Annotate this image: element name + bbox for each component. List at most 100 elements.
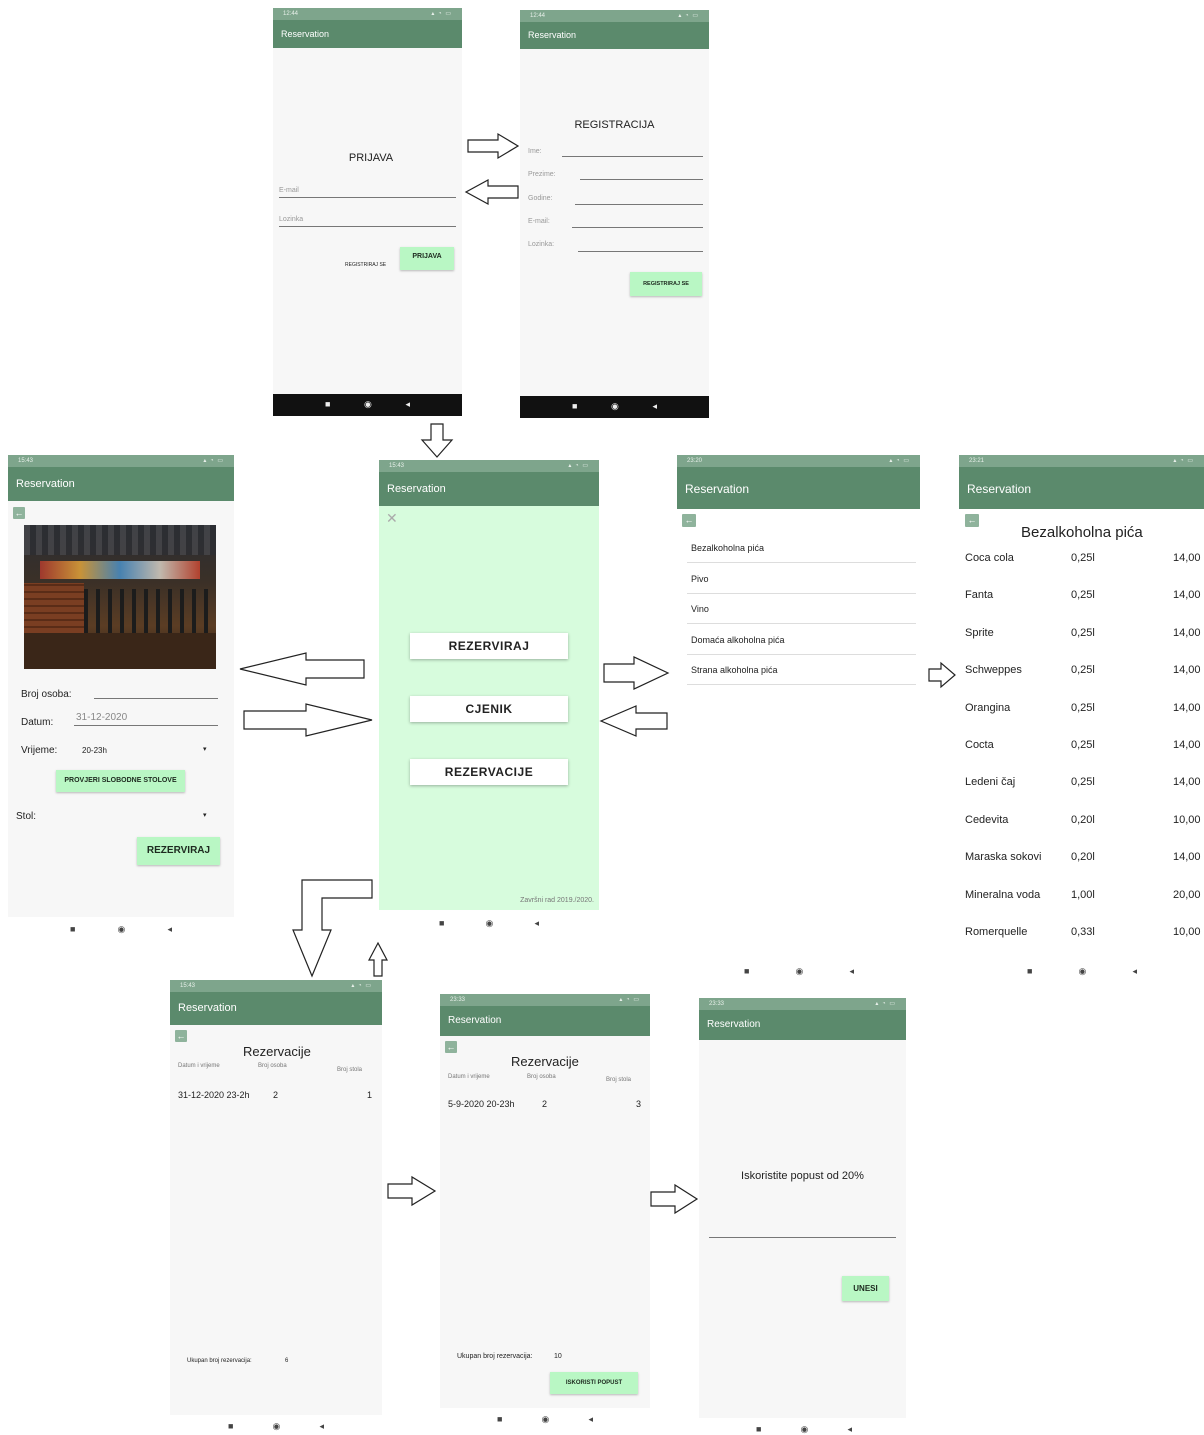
back-arrow-icon[interactable]: ← [445,1041,457,1053]
back-triangle-icon[interactable]: ◂ [1132,966,1137,977]
total-reservations-label: Ukupan broj rezervacija: [187,1358,252,1364]
circle-icon[interactable]: ◉ [1079,966,1087,977]
reservation-datetime: 5-9-2020 20-23h [448,1099,515,1109]
back-arrow-icon[interactable]: ← [175,1030,187,1042]
status-time: 23:33 [450,997,466,1003]
circle-icon[interactable]: ◉ [486,918,494,929]
category-item-domestic-spirits[interactable]: Domaća alkoholna pića [687,625,916,655]
reserve-button[interactable]: REZERVIRAJ [137,837,220,865]
square-icon[interactable]: ■ [744,966,749,977]
discount-code-field[interactable] [709,1237,896,1238]
status-bar: 15:43 ▴ ◔ ▭ [170,980,382,992]
circle-icon[interactable]: ◉ [273,1421,281,1432]
item-price: 14,00 [1173,626,1201,639]
arrow-reservations2-to-discount [650,1183,699,1215]
back-triangle-icon[interactable]: ◂ [652,401,657,412]
arrow-categories-to-menu [599,705,668,737]
square-icon[interactable]: ■ [756,1424,761,1435]
check-tables-button[interactable]: PROVJERI SLOBODNE STOLOVE [56,770,185,792]
close-icon[interactable]: ✕ [386,510,398,527]
back-arrow-icon[interactable]: ← [682,514,696,527]
status-bar: 23:20 ▴ ◔ ▭ [677,455,920,467]
column-persons: Broj osoba [527,1074,556,1080]
item-volume: 0,20l [1071,851,1095,864]
app-title: Reservation [387,483,446,495]
item-name: Maraska sokovi [965,851,1042,864]
status-bar: 23:21 ▴ ◔ ▭ [959,455,1204,467]
email-field[interactable] [572,227,703,228]
category-item-soft-drinks[interactable]: Bezalkoholna pića [687,533,916,563]
square-icon[interactable]: ■ [572,401,577,412]
item-volume: 0,25l [1071,626,1095,639]
back-triangle-icon[interactable]: ◂ [849,966,854,977]
pricelist-screen: 23:21 ▴ ◔ ▭ Reservation ← Bezalkoholna pi… [959,455,1204,955]
square-icon[interactable]: ■ [497,1414,502,1425]
back-arrow-icon[interactable]: ← [965,514,979,527]
password-field[interactable] [578,251,703,252]
status-icons: ▴ ◔ ▭ [875,1001,896,1007]
circle-icon[interactable]: ◉ [542,1414,550,1425]
categories-nav: ■ ◉ ◂ [744,966,854,977]
square-icon[interactable]: ■ [439,918,444,929]
item-name: Ledeni čaj [965,776,1016,789]
use-discount-button[interactable]: ISKORISTI POPUST [550,1372,638,1394]
menu-reserve-button[interactable]: REZERVIRAJ [410,633,568,659]
circle-icon[interactable]: ◉ [801,1424,809,1435]
back-triangle-icon[interactable]: ◂ [588,1414,593,1425]
back-triangle-icon[interactable]: ◂ [847,1424,852,1435]
item-price: 14,00 [1173,701,1201,714]
last-name-field[interactable] [580,179,703,180]
persons-field[interactable] [94,698,218,699]
email-underline [279,197,456,198]
category-item-foreign-spirits[interactable]: Strana alkoholna pića [687,655,916,685]
time-chevron-down-icon[interactable]: ▾ [203,745,207,753]
register-button[interactable]: REGISTRIRAJ SE [630,272,702,296]
item-volume: 0,25l [1071,701,1095,714]
category-item-wine[interactable]: Vino [687,594,916,624]
app-title: Reservation [448,1015,502,1026]
category-item-beer[interactable]: Pivo [687,564,916,594]
table-chevron-down-icon[interactable]: ▾ [203,811,207,819]
status-time: 15:43 [18,458,34,464]
total-reservations-value: 6 [285,1358,289,1364]
square-icon[interactable]: ■ [228,1421,233,1432]
date-label: Datum: [21,717,54,728]
back-triangle-icon[interactable]: ◂ [405,399,410,410]
square-icon[interactable]: ■ [70,924,75,935]
price-row: Orangina 0,25l 14,00 [959,702,1204,739]
register-link[interactable]: REGISTRIRAJ SE [345,262,386,268]
first-name-field[interactable] [562,156,703,157]
back-triangle-icon[interactable]: ◂ [167,924,172,935]
submit-button[interactable]: UNESI [842,1276,889,1301]
total-reservations-value: 10 [554,1353,562,1360]
back-triangle-icon[interactable]: ◂ [534,918,539,929]
back-arrow-icon[interactable]: ← [13,507,25,519]
square-icon[interactable]: ■ [325,399,330,410]
item-name: Fanta [965,589,994,602]
status-icons: ▴ ◔ ▭ [619,997,640,1003]
login-button[interactable]: PRIJAVA [400,247,454,270]
email-field[interactable]: E-mail [279,187,299,194]
back-triangle-icon[interactable]: ◂ [319,1421,324,1432]
circle-icon[interactable]: ◉ [364,399,372,410]
circle-icon[interactable]: ◉ [118,924,126,935]
circle-icon[interactable]: ◉ [796,966,804,977]
menu-pricelist-button[interactable]: CJENIK [410,696,568,722]
item-price: 14,00 [1173,776,1201,789]
app-bar: Reservation [8,467,234,501]
status-icons: ▴ ◔ ▭ [431,11,452,17]
item-volume: 0,25l [1071,552,1095,564]
menu-reservations-button[interactable]: REZERVACIJE [410,759,568,785]
date-field[interactable]: 31-12-2020 [76,712,127,723]
password-field[interactable]: Lozinka [279,216,303,223]
app-title: Reservation [685,482,750,496]
app-bar: Reservation [440,1006,650,1036]
app-bar: Reservation [273,20,462,48]
age-field[interactable] [575,204,703,205]
time-dropdown[interactable]: 20-23h [82,746,107,755]
circle-icon[interactable]: ◉ [611,401,619,412]
item-name: Orangina [965,701,1011,714]
app-bar: Reservation [520,22,709,49]
total-reservations-label: Ukupan broj rezervacija: [457,1353,533,1360]
square-icon[interactable]: ■ [1027,966,1032,977]
